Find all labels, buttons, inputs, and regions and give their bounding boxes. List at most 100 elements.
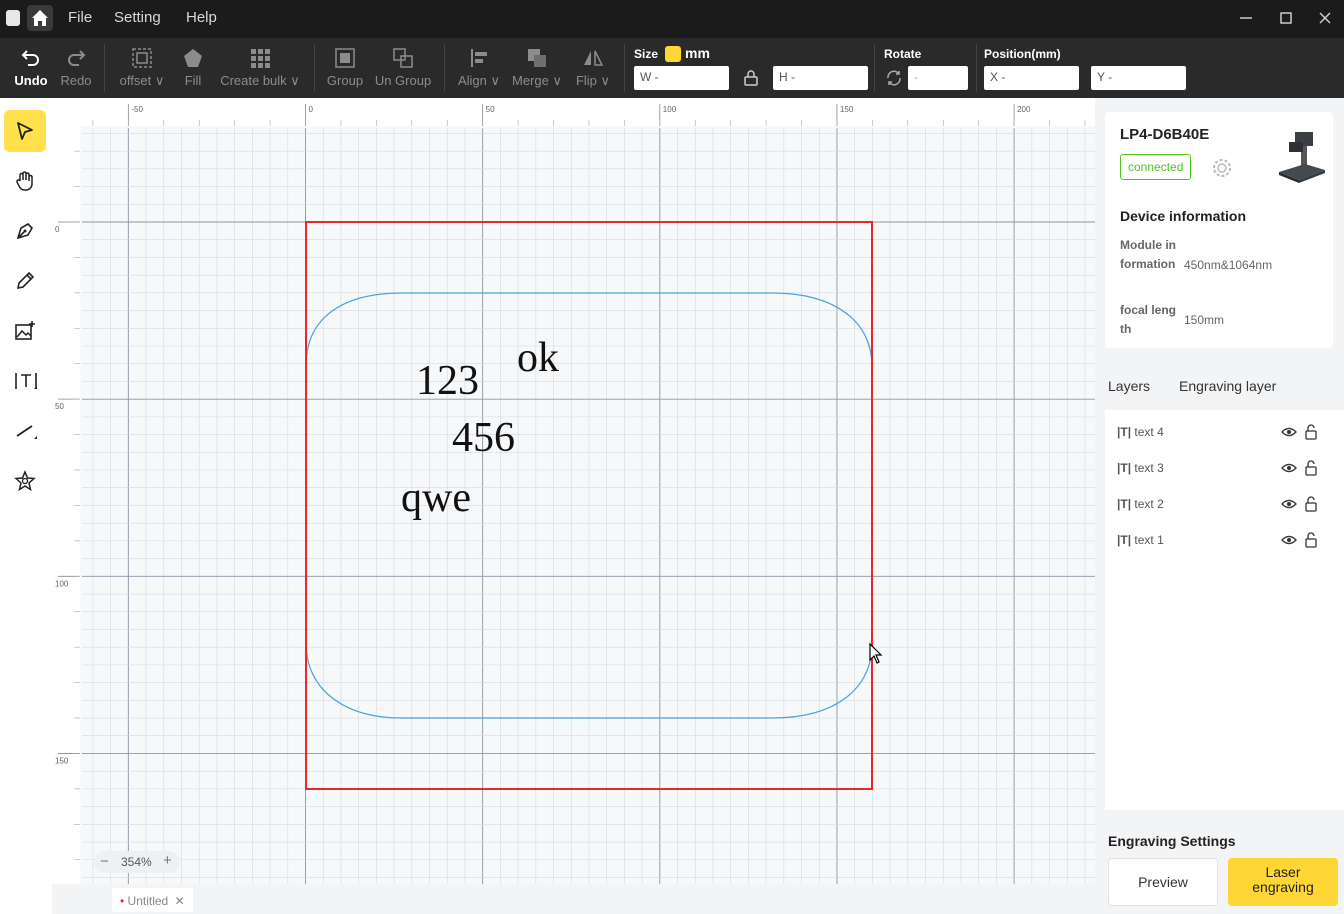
fill-button[interactable]: Fill <box>174 38 212 98</box>
unit-label: mm <box>685 45 710 61</box>
ruler-label: -50 <box>131 105 143 114</box>
menu-file[interactable]: File <box>68 9 92 26</box>
ruler-label: 100 <box>55 579 69 588</box>
canvas-text-qwe[interactable]: qwe <box>401 474 471 522</box>
zoom-out-icon[interactable]: − <box>100 853 109 870</box>
create-bulk-text: Create bulk <box>220 73 287 88</box>
position-label: Position(mm) <box>984 47 1061 61</box>
unlock-icon[interactable] <box>1304 460 1318 476</box>
undo-button[interactable]: Undo <box>8 38 54 98</box>
home-button[interactable] <box>27 5 53 31</box>
group-icon <box>335 48 355 68</box>
offset-button[interactable]: offset ∨ <box>114 38 170 98</box>
eye-icon[interactable] <box>1281 425 1297 439</box>
device-name: LP4-D6B40E <box>1120 126 1210 143</box>
canvas-text-123[interactable]: 123 <box>416 357 479 405</box>
pencil-tool[interactable] <box>4 260 46 302</box>
line-icon <box>16 425 37 439</box>
rotate-input[interactable]: - <box>908 66 968 90</box>
maximize-icon[interactable] <box>1276 8 1296 28</box>
redo-button[interactable]: Redo <box>54 38 98 98</box>
text-type-icon: |T| <box>1117 425 1132 439</box>
preview-button[interactable]: Preview <box>1108 858 1218 906</box>
unlock-icon[interactable] <box>1304 532 1318 548</box>
module-info-value: 450nm&1064nm <box>1184 258 1273 272</box>
merge-button[interactable]: Merge ∨ <box>510 38 564 98</box>
status-badge: connected <box>1120 154 1192 180</box>
ungroup-button[interactable]: Un Group <box>372 38 434 98</box>
ruler-left <box>52 98 80 884</box>
canvas[interactable]: -50 0 50 100 150 200 0 50 100 150 ok 123 456 qwe <box>52 98 1095 884</box>
canvas-text-ok[interactable]: ok <box>517 334 559 382</box>
gear-icon[interactable] <box>1211 157 1233 179</box>
right-panel: LP4-D6B40E connected Device information … <box>1095 98 1344 914</box>
menu-help[interactable]: Help <box>186 9 217 26</box>
text-type-icon: |T| <box>1117 461 1132 475</box>
text-type-icon: |T| <box>1117 497 1132 511</box>
menu-setting[interactable]: Setting <box>114 9 161 26</box>
lock-ratio-icon[interactable] <box>742 69 760 87</box>
cursor-icon <box>17 122 33 140</box>
group-button[interactable]: Group <box>324 38 366 98</box>
ruler-label: 50 <box>55 402 64 411</box>
width-input[interactable]: W - <box>634 66 729 90</box>
layers-list: |T| text 4 |T| text 3 |T| text 2 |T| tex… <box>1105 410 1344 810</box>
select-tool[interactable] <box>4 110 46 152</box>
x-input[interactable]: X - <box>984 66 1079 90</box>
eye-icon[interactable] <box>1281 461 1297 475</box>
toolbar-divider <box>624 44 625 92</box>
layer-row[interactable]: |T| text 3 <box>1105 450 1334 486</box>
ruler-label: 150 <box>55 756 69 765</box>
document-tab[interactable]: • Untitled ✕ <box>112 888 193 912</box>
offset-text: offset <box>119 73 152 88</box>
hand-tool[interactable] <box>4 160 46 202</box>
device-image <box>1279 132 1325 183</box>
merge-icon <box>528 49 546 67</box>
text-type-icon: |T| <box>1117 533 1132 547</box>
device-card: LP4-D6B40E connected Device information … <box>1105 112 1333 348</box>
text-tool[interactable] <box>4 360 46 402</box>
toolbar-divider <box>976 44 977 92</box>
unlock-icon[interactable] <box>1304 496 1318 512</box>
line-tool[interactable] <box>4 410 46 452</box>
eye-icon[interactable] <box>1281 533 1297 547</box>
flip-button[interactable]: Flip ∨ <box>570 38 616 98</box>
minimize-icon[interactable] <box>1236 8 1256 28</box>
flip-icon <box>584 50 604 66</box>
document-tabbar: • Untitled ✕ <box>52 884 1095 914</box>
zoom-in-icon[interactable]: + <box>163 852 172 869</box>
tab-layers[interactable]: Layers <box>1108 378 1150 394</box>
close-icon[interactable] <box>1315 8 1335 28</box>
layer-row[interactable]: |T| text 1 <box>1105 522 1334 558</box>
eye-icon[interactable] <box>1281 497 1297 511</box>
unit-toggle[interactable] <box>665 46 681 62</box>
text-icon <box>15 373 37 389</box>
app-logo <box>6 10 20 26</box>
pen-tool[interactable] <box>4 210 46 252</box>
canvas-text-456[interactable]: 456 <box>452 414 515 462</box>
title-bar: File Setting Help <box>0 0 1344 38</box>
rotate-label: Rotate <box>884 47 922 61</box>
tab-engraving-layer[interactable]: Engraving layer <box>1179 378 1276 394</box>
ruler-label: 100 <box>663 105 677 114</box>
image-tool[interactable] <box>4 310 46 352</box>
home-icon <box>32 10 48 26</box>
ruler-label: 50 <box>486 105 495 114</box>
layer-row[interactable]: |T| text 4 <box>1105 414 1334 450</box>
y-input[interactable]: Y - <box>1091 66 1186 90</box>
close-tab-icon[interactable]: ✕ <box>175 894 185 908</box>
align-button[interactable]: Align ∨ <box>454 38 504 98</box>
laser-engraving-button[interactable]: Laser engraving <box>1228 858 1338 906</box>
merge-label: Merge ∨ <box>512 73 562 88</box>
unlock-icon[interactable] <box>1304 424 1318 440</box>
group-label: Group <box>326 73 364 88</box>
toolbar-divider <box>444 44 445 92</box>
ruler-label: 0 <box>55 225 60 234</box>
shape-tool[interactable] <box>4 460 46 502</box>
zoom-level: 354% <box>121 855 152 869</box>
layer-row[interactable]: |T| text 2 <box>1105 486 1334 522</box>
height-input[interactable]: H - <box>773 66 868 90</box>
layer-name: |T| text 1 <box>1117 533 1164 547</box>
focal-length-value: 150mm <box>1184 313 1225 327</box>
create-bulk-button[interactable]: Create bulk ∨ <box>218 38 302 98</box>
